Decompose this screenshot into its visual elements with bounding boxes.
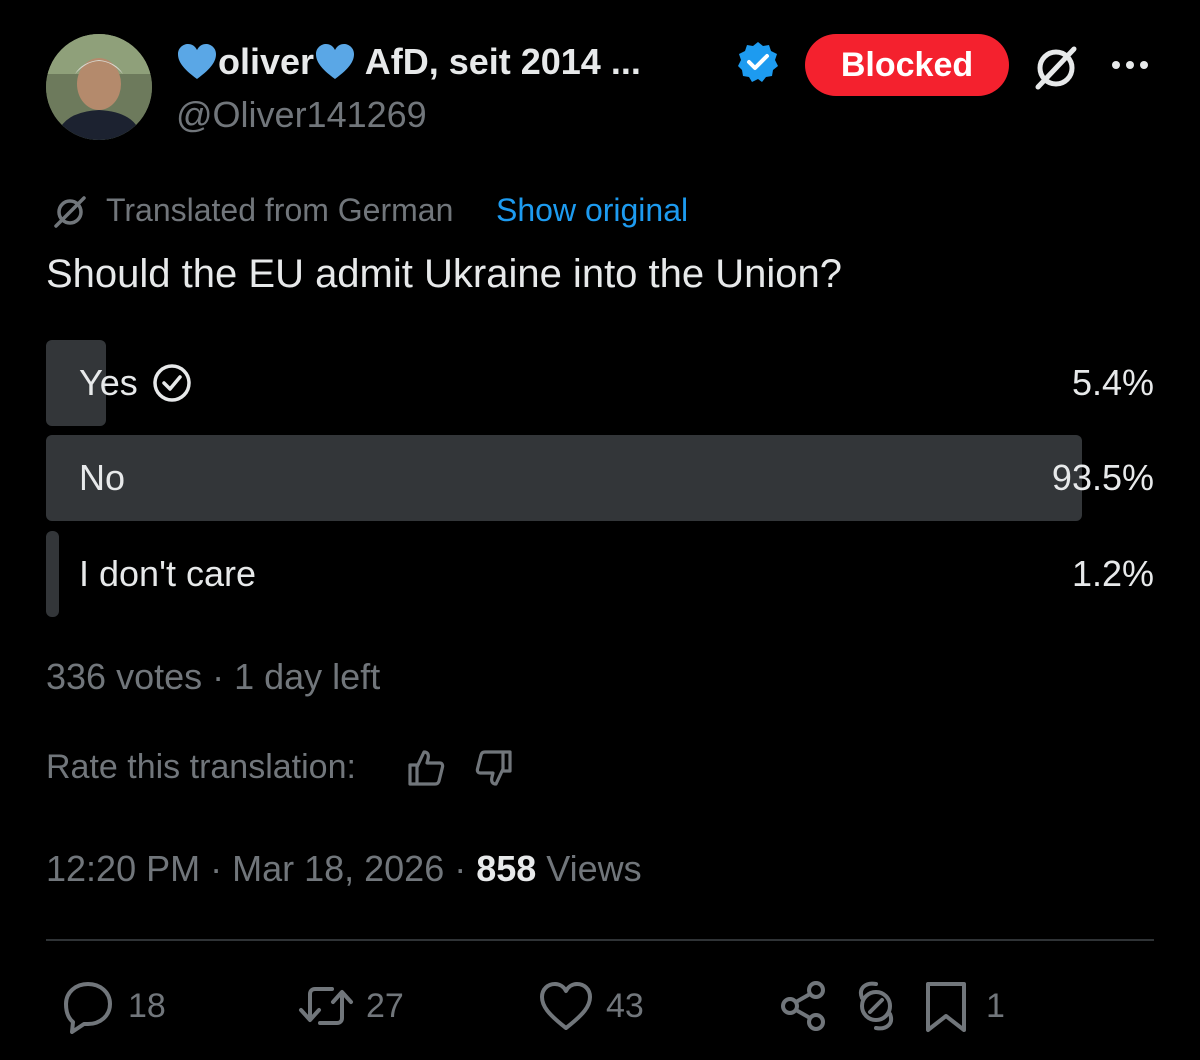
bookmark-icon xyxy=(926,982,966,1032)
reply-icon xyxy=(64,982,112,1034)
poll-option-percent: 5.4% xyxy=(1071,362,1154,403)
display-name[interactable]: oliver AfD, seit 2014 ... xyxy=(176,40,641,84)
timestamp[interactable]: 12:20 PM · Mar 18, 2026 · xyxy=(46,848,476,889)
like-icon xyxy=(540,982,592,1030)
poll-option-label-wrap: Yes xyxy=(79,340,192,426)
poll-option-dont-care[interactable]: I don't care 1.2% xyxy=(46,531,1154,617)
thumbs-up-icon[interactable] xyxy=(406,748,446,788)
avatar[interactable] xyxy=(46,34,152,140)
views-label: Views xyxy=(536,848,642,889)
blocked-button[interactable]: Blocked xyxy=(805,34,1009,96)
blue-heart-icon xyxy=(316,44,355,79)
grok-analyze-icon xyxy=(859,981,893,1031)
like-button[interactable]: 43 xyxy=(538,978,644,1034)
grok-icon[interactable] xyxy=(1030,43,1082,93)
share-button[interactable] xyxy=(776,978,832,1034)
avatar-photo xyxy=(46,34,152,140)
show-original-link[interactable]: Show original xyxy=(496,192,688,229)
poll-option-label: No xyxy=(79,457,126,498)
check-circle-icon xyxy=(152,364,191,402)
translation-label: Translated from German xyxy=(106,192,454,228)
like-count: 43 xyxy=(606,986,644,1025)
poll-summary: 336 votes · 1 day left xyxy=(46,656,381,697)
poll-option-label: Yes xyxy=(79,362,138,403)
share-icon xyxy=(781,981,825,1031)
rate-translation-label: Rate this translation: xyxy=(46,748,356,786)
reply-button[interactable]: 18 xyxy=(60,978,166,1034)
poll-option-yes[interactable]: Yes 5.4% xyxy=(46,340,1154,426)
repost-count: 27 xyxy=(366,986,404,1025)
repost-button[interactable]: 27 xyxy=(298,978,404,1034)
bookmark-button[interactable]: 1 xyxy=(918,978,1005,1034)
post-text: Should the EU admit Ukraine into the Uni… xyxy=(46,252,843,296)
blue-heart-icon xyxy=(178,44,216,79)
repost-icon xyxy=(299,987,353,1025)
grok-analyze-button[interactable] xyxy=(848,978,904,1034)
verified-badge-icon xyxy=(738,42,778,82)
poll-bar xyxy=(46,435,1082,521)
bookmark-count: 1 xyxy=(986,986,1005,1025)
display-name-suffix: AfD, seit 2014 ... xyxy=(356,41,641,82)
poll-option-no[interactable]: No 93.5% xyxy=(46,435,1154,521)
translate-icon xyxy=(54,196,86,228)
thumbs-down-icon[interactable] xyxy=(474,748,514,788)
poll-option-percent: 93.5% xyxy=(1051,457,1154,498)
display-name-main: oliver xyxy=(218,41,315,82)
reply-count: 18 xyxy=(128,986,166,1025)
poll-option-percent: 1.2% xyxy=(1071,553,1154,594)
poll-bar xyxy=(46,531,59,617)
poll-option-label: I don't care xyxy=(79,553,256,594)
divider xyxy=(46,939,1154,941)
views-count: 858 xyxy=(476,848,537,889)
post-meta: 12:20 PM · Mar 18, 2026 · 858 Views xyxy=(46,848,642,890)
more-icon[interactable] xyxy=(1108,53,1152,77)
user-handle[interactable]: @Oliver141269 xyxy=(176,94,427,136)
